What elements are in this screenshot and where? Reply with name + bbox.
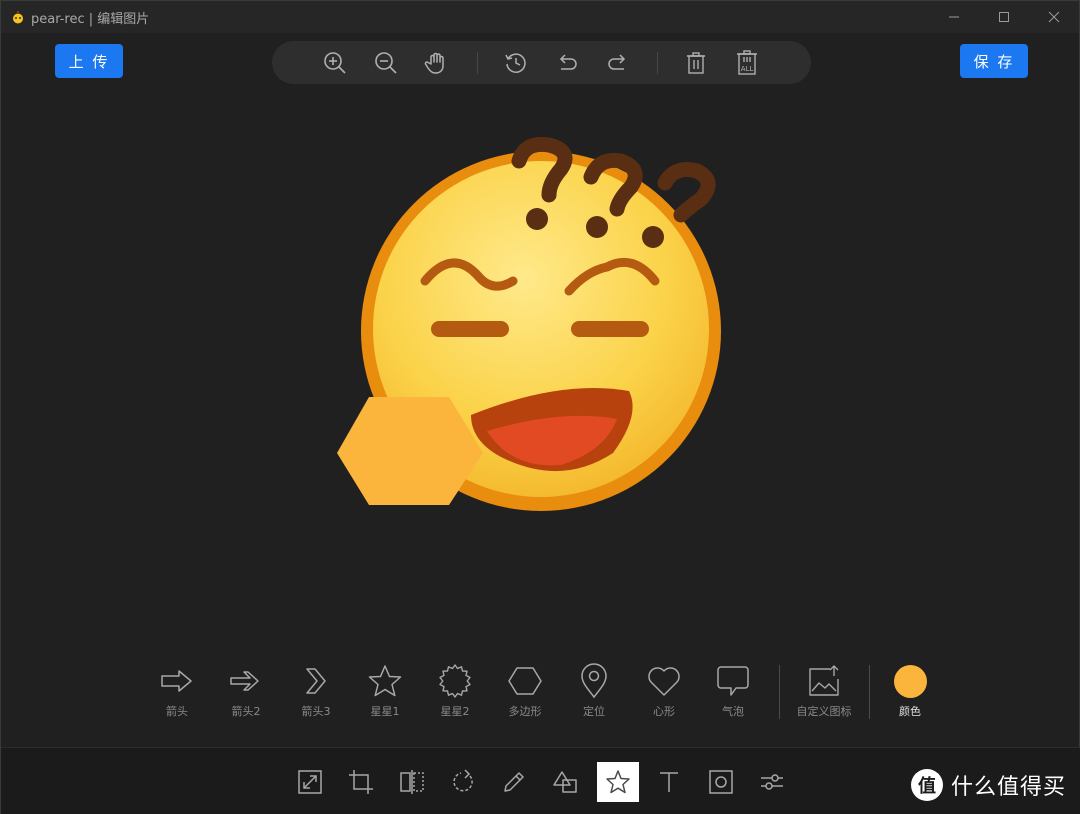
shape-label: 星星2	[440, 705, 470, 718]
color-label: 颜色	[899, 705, 921, 718]
frame-tool[interactable]	[700, 762, 742, 802]
shape-label: 多边形	[508, 705, 542, 718]
zoom-out-button[interactable]	[370, 47, 402, 79]
shape-label: 星星1	[370, 705, 400, 718]
resize-icon	[298, 770, 322, 794]
crop-icon	[349, 770, 373, 794]
flip-icon	[400, 770, 424, 794]
arrow-icon	[161, 670, 192, 692]
shape-label: 箭头2	[231, 705, 261, 718]
custom-icon-label: 自定义图标	[796, 705, 852, 718]
pen-icon	[504, 772, 524, 792]
upload-button[interactable]: 上 传	[55, 44, 123, 78]
shape-picker: 箭头 箭头2 箭头3 星星1 星星2 多边形 定位 心形 气泡 自定义图标 颜色	[1, 657, 1080, 737]
image-canvas[interactable]	[1, 85, 1080, 645]
delete-all-button[interactable]: ALL	[731, 47, 763, 79]
shape-item-polygon[interactable]: 多边形	[490, 663, 560, 719]
star-2-icon	[439, 664, 471, 698]
watermark: 值 什么值得买	[911, 769, 1066, 801]
custom-icon-button[interactable]: 自定义图标	[789, 663, 859, 719]
shape-item-location[interactable]: 定位	[559, 663, 629, 719]
frame-icon	[709, 770, 733, 794]
adjust-icon	[761, 774, 783, 790]
shape-item-arrow-2[interactable]: 箭头2	[211, 663, 281, 719]
flip-tool[interactable]	[391, 762, 433, 802]
star-1-icon	[368, 665, 402, 697]
close-button[interactable]	[1029, 1, 1079, 33]
maximize-button[interactable]	[979, 1, 1029, 33]
arrow-3-icon	[306, 668, 326, 694]
shapes-icon	[553, 771, 577, 793]
maximize-icon	[999, 12, 1009, 22]
zoom-out-icon	[375, 52, 397, 74]
history-icon	[505, 53, 526, 73]
watermark-badge: 值	[911, 769, 943, 801]
title-bar: pear-rec | 编辑图片	[1, 1, 1079, 33]
shape-divider	[779, 665, 780, 719]
zoom-in-icon	[324, 52, 346, 74]
rotate-icon	[453, 769, 473, 792]
pen-tool[interactable]	[493, 762, 535, 802]
shape-label: 心形	[653, 705, 675, 718]
top-toolbar: ALL	[272, 41, 811, 84]
redo-icon	[608, 54, 626, 70]
redo-button[interactable]	[602, 47, 634, 79]
window-title: pear-rec | 编辑图片	[31, 11, 150, 27]
star-sticker-icon	[606, 770, 630, 794]
shape-label: 箭头3	[301, 705, 331, 718]
color-picker[interactable]: 颜色	[875, 663, 945, 719]
polygon-icon	[508, 667, 542, 695]
close-icon	[1048, 11, 1060, 23]
resize-tool[interactable]	[289, 762, 331, 802]
location-pin-icon	[581, 663, 607, 699]
undo-button[interactable]	[551, 47, 583, 79]
minimize-button[interactable]	[929, 1, 979, 33]
rotate-tool[interactable]	[442, 762, 484, 802]
crop-tool[interactable]	[340, 762, 382, 802]
custom-image-icon	[809, 665, 839, 696]
shape-item-star-2[interactable]: 星星2	[420, 663, 490, 719]
undo-icon	[559, 54, 577, 70]
delete-button[interactable]	[680, 47, 712, 79]
pan-hand-icon	[424, 52, 444, 74]
watermark-text: 什么值得买	[951, 775, 1067, 800]
adjust-tool[interactable]	[751, 762, 793, 802]
app-window: pear-rec | 编辑图片 上 传 保 存 ALL 箭头 箭头2 箭头3 星…	[0, 0, 1080, 814]
toolbar-divider	[477, 52, 478, 74]
delete-icon	[687, 52, 705, 74]
sticker-tool[interactable]	[597, 762, 639, 802]
pan-button[interactable]	[421, 47, 453, 79]
text-icon	[660, 772, 678, 792]
text-tool[interactable]	[648, 762, 690, 802]
shape-label: 箭头	[166, 705, 188, 718]
shape-item-bubble[interactable]: 气泡	[698, 663, 768, 719]
delete-all-text: ALL	[741, 65, 754, 73]
emoji-image[interactable]	[1, 85, 1080, 645]
minimize-icon	[949, 16, 959, 18]
save-button[interactable]: 保 存	[960, 44, 1028, 78]
shape-item-arrow[interactable]: 箭头	[142, 663, 212, 719]
zoom-in-button[interactable]	[319, 47, 351, 79]
shapes-tool[interactable]	[545, 762, 587, 802]
shape-label: 气泡	[722, 705, 744, 718]
history-button[interactable]	[500, 47, 532, 79]
shape-divider	[869, 665, 870, 719]
toolbar-divider	[657, 52, 658, 74]
shape-item-arrow-3[interactable]: 箭头3	[281, 663, 351, 719]
delete-all-icon: ALL	[737, 50, 757, 75]
app-logo-icon	[13, 11, 23, 24]
color-swatch	[893, 665, 927, 698]
shape-item-heart[interactable]: 心形	[629, 663, 699, 719]
shape-item-star-1[interactable]: 星星1	[350, 663, 420, 719]
heart-icon	[648, 667, 680, 696]
shape-label: 定位	[583, 705, 605, 718]
arrow-2-icon	[230, 671, 259, 691]
speech-bubble-icon	[717, 666, 749, 696]
